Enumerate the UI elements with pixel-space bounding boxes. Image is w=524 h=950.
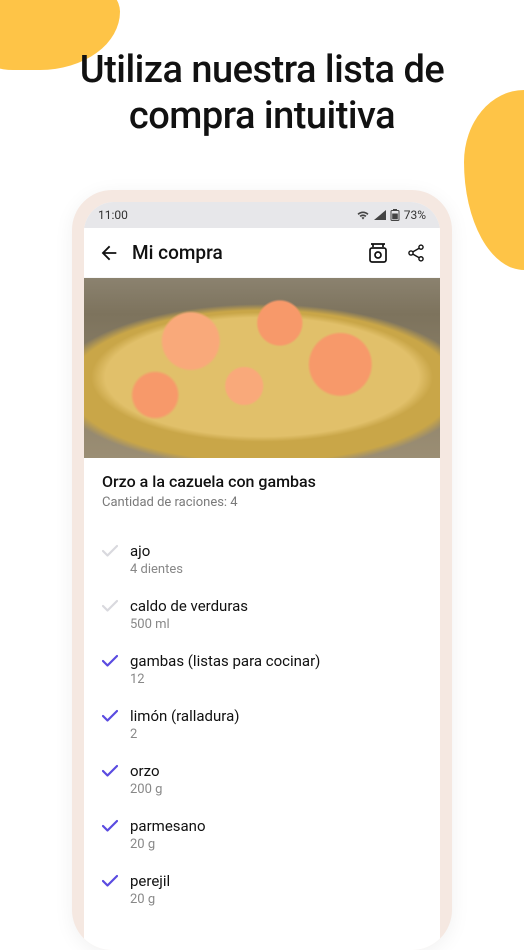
check-icon [102,819,122,833]
headline-line-2: compra intuitiva [129,94,395,138]
pantry-icon[interactable] [368,242,388,264]
ingredient-row[interactable]: parmesano 20 g [102,807,422,862]
check-icon [102,599,122,613]
ingredient-name: caldo de verduras [130,597,248,615]
ingredient-row[interactable]: caldo de verduras 500 ml [102,587,422,642]
ingredient-name: ajo [130,542,183,560]
check-icon [102,874,122,888]
ingredient-name: limón (ralladura) [130,707,239,725]
recipe-hero-image [84,278,440,458]
share-icon[interactable] [406,242,426,264]
phone-screen: 11:00 73% Mi compra [84,202,440,950]
ingredient-list: ajo 4 dientes caldo de verduras 500 ml gamba… [102,532,422,917]
phone-frame: 11:00 73% Mi compra [72,190,452,950]
ingredient-name: parmesano [130,817,206,835]
ingredient-row[interactable]: gambas (listas para cocinar) 12 [102,642,422,697]
ingredient-name: orzo [130,762,162,780]
check-icon [102,654,122,668]
ingredient-name: gambas (listas para cocinar) [130,652,320,670]
check-icon [102,764,122,778]
ingredient-qty: 12 [130,672,320,687]
check-icon [102,709,122,723]
ingredient-name: perejil [130,872,170,890]
ingredient-row[interactable]: perejil 20 g [102,862,422,917]
ingredient-row[interactable]: orzo 200 g [102,752,422,807]
check-icon [102,544,122,558]
battery-percent: 73% [404,208,426,222]
ingredient-qty: 4 dientes [130,562,183,577]
battery-icon [390,209,400,221]
signal-icon [374,210,386,220]
ingredient-qty: 20 g [130,837,206,852]
ingredient-row[interactable]: ajo 4 dientes [102,532,422,587]
ingredient-qty: 20 g [130,892,170,907]
recipe-servings: Cantidad de raciones: 4 [102,495,422,510]
ingredient-qty: 500 ml [130,617,248,632]
back-button[interactable] [98,242,122,264]
page-title: Mi compra [132,241,368,264]
app-bar: Mi compra [84,228,440,278]
ingredient-row[interactable]: limón (ralladura) 2 [102,697,422,752]
wifi-icon [356,210,370,220]
recipe-title: Orzo a la cazuela con gambas [102,472,422,491]
status-time: 11:00 [98,208,128,222]
headline-line-1: Utiliza nuestra lista de [80,48,444,92]
status-bar: 11:00 73% [84,202,440,228]
ingredient-qty: 2 [130,727,239,742]
headline: Utiliza nuestra lista de compra intuitiv… [0,0,524,139]
ingredient-qty: 200 g [130,782,162,797]
